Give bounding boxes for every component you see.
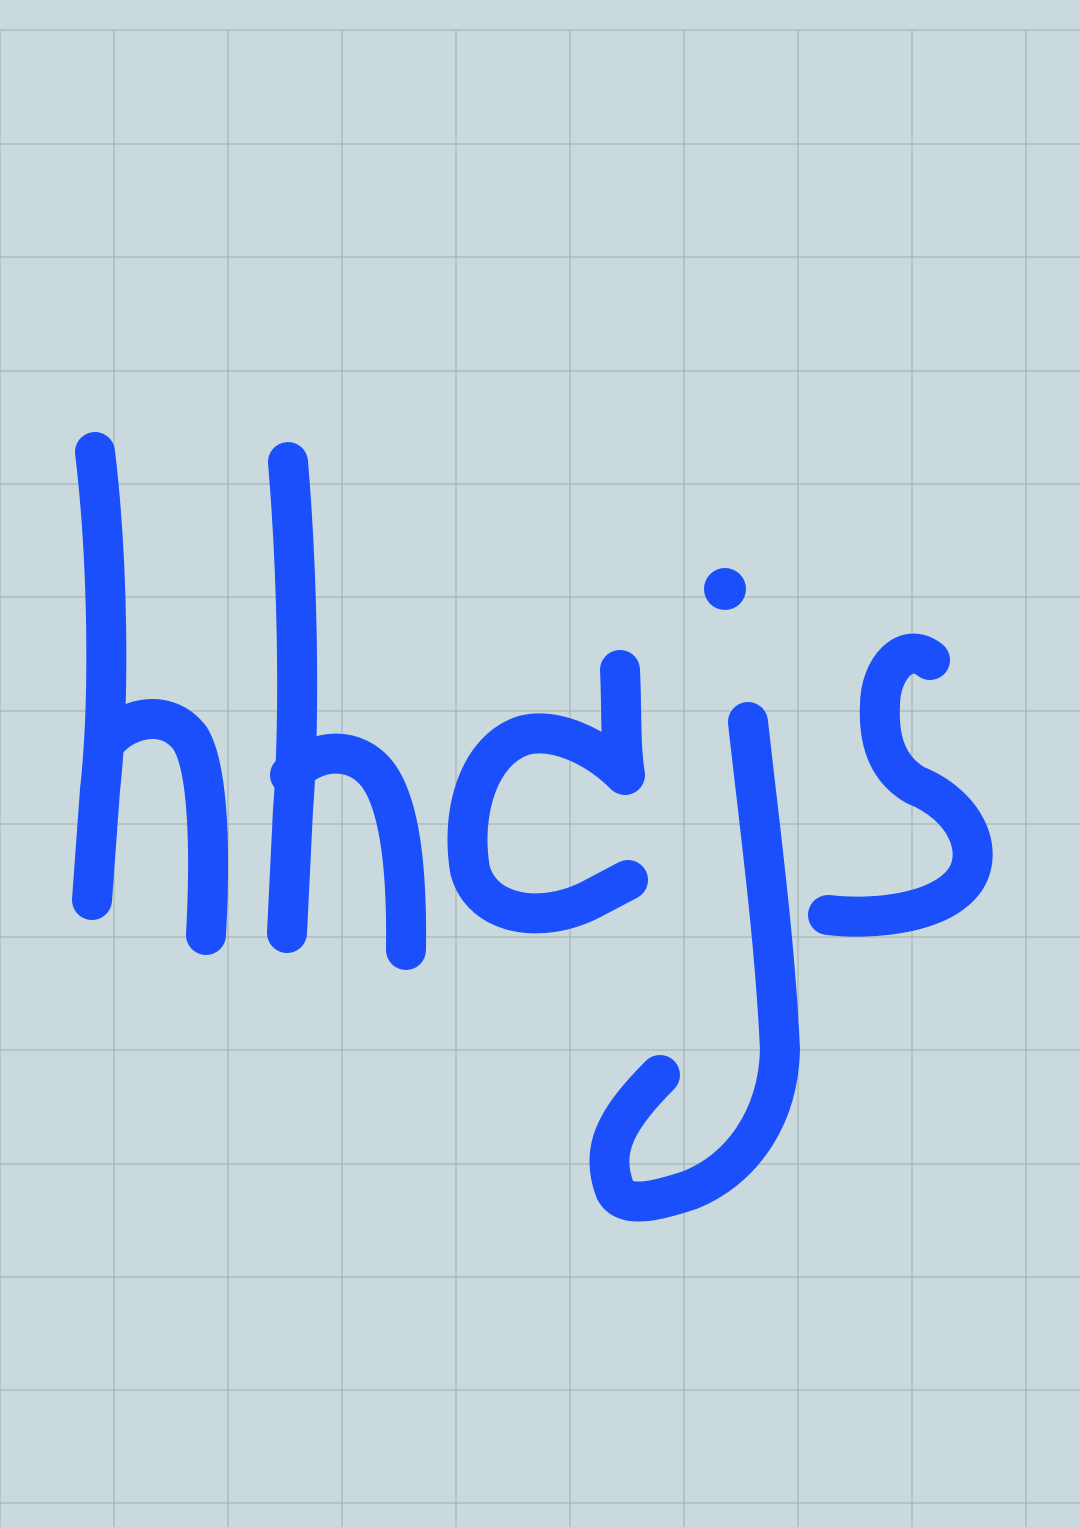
letter-h-1	[72, 432, 229, 955]
h1-stem	[72, 432, 127, 920]
letter-c	[447, 650, 648, 934]
c-stroke	[447, 650, 648, 934]
h1-arch	[84, 699, 229, 955]
letter-s	[808, 633, 993, 937]
j-stroke	[589, 702, 800, 1222]
drawing-canvas[interactable]: hhcjs	[0, 0, 1080, 1527]
handwriting-ink[interactable]	[0, 0, 1080, 1527]
h2-stem	[267, 442, 318, 953]
s-stroke	[808, 633, 993, 937]
letter-h-2	[267, 442, 427, 970]
j-dot	[704, 568, 746, 610]
